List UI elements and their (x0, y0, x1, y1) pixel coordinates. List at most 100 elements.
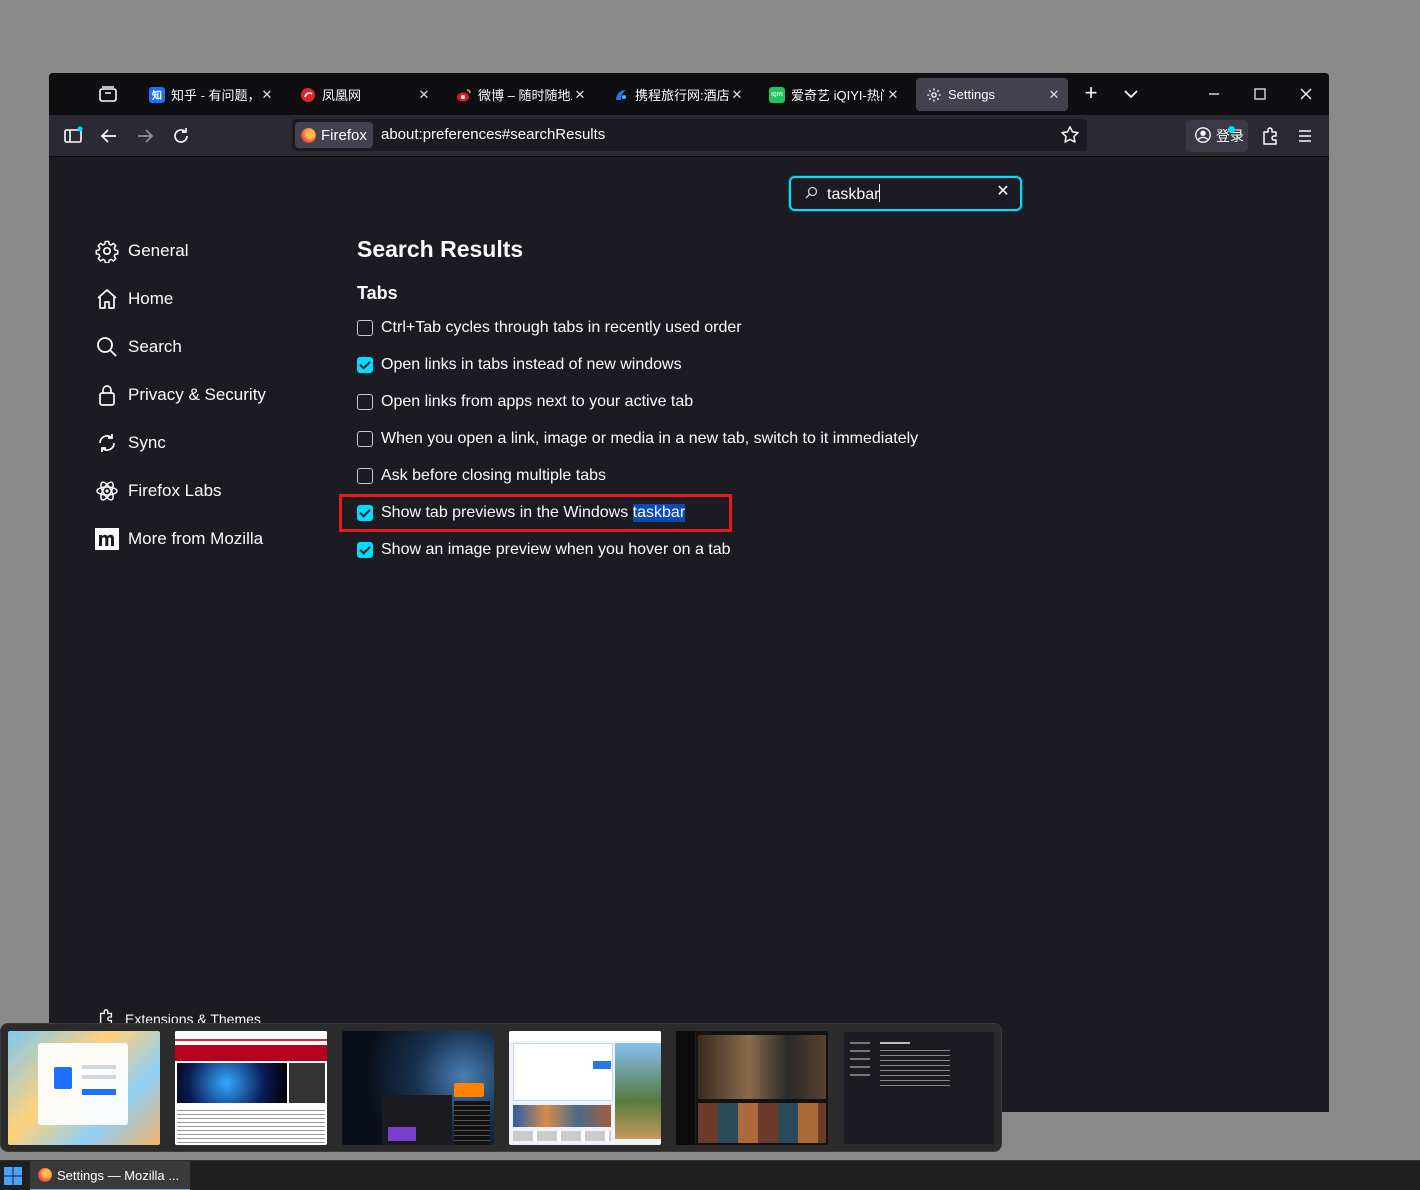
option-open-links-from-apps[interactable]: Open links from apps next to your active… (357, 390, 693, 414)
sidebar-item-label: Sync (128, 433, 166, 452)
sidebar-item-label: Home (128, 289, 174, 308)
sidebar-item-sync[interactable]: Sync (95, 428, 315, 458)
maximize-icon[interactable] (1249, 83, 1271, 105)
option-label: Open links in tabs instead of new window… (381, 356, 682, 373)
firefox-view-icon[interactable] (97, 83, 119, 105)
close-window-icon[interactable] (1295, 83, 1317, 105)
sync-icon (95, 431, 119, 455)
option-ctrl-tab[interactable]: Ctrl+Tab cycles through tabs in recently… (357, 316, 742, 340)
tab-bar: 知 知乎 - 有问题，就 ✕ 凤凰网 ✕ 微博 – 随时随地发 ✕ 携程旅行网:… (49, 73, 1329, 115)
sidebar-item-firefox-labs[interactable]: Firefox Labs (95, 476, 315, 506)
option-ask-before-closing[interactable]: Ask before closing multiple tabs (357, 464, 606, 488)
bookmark-star-icon[interactable] (1059, 124, 1081, 146)
preferences-search-field[interactable]: taskbar ✕ (789, 176, 1022, 211)
option-open-links-in-tabs[interactable]: Open links in tabs instead of new window… (357, 353, 682, 377)
annotation-highlight-box (339, 494, 732, 532)
sidebar-toggle-icon[interactable] (61, 124, 85, 148)
preferences-page: taskbar ✕ General Home Search Privacy & … (49, 158, 1329, 1112)
text-caret (879, 184, 881, 202)
tab-ifeng[interactable]: 凤凰网 ✕ (290, 78, 438, 111)
tab-settings[interactable]: Settings ✕ (916, 78, 1068, 111)
back-arrow-icon[interactable] (97, 124, 121, 148)
close-tab-icon[interactable]: ✕ (259, 87, 275, 103)
lock-icon (95, 383, 119, 407)
new-tab-icon[interactable]: + (1079, 82, 1103, 106)
gear-icon (95, 239, 119, 263)
checkbox[interactable] (357, 320, 373, 336)
notification-dot (1228, 126, 1235, 133)
close-tab-icon[interactable]: ✕ (1046, 87, 1062, 103)
tab-title: 知乎 - 有问题，就 (171, 88, 259, 103)
windows-taskbar: Settings — Mozilla ... (0, 1160, 1420, 1190)
atom-icon (95, 479, 119, 503)
checkbox[interactable] (357, 357, 373, 373)
option-label: Ctrl+Tab cycles through tabs in recently… (381, 319, 742, 336)
weibo-favicon-icon (456, 87, 472, 103)
tab-weibo[interactable]: 微博 – 随时随地发 ✕ (446, 78, 594, 111)
tab-preview-weibo[interactable] (342, 1031, 494, 1145)
tab-title: 携程旅行网:酒店预 (635, 88, 729, 103)
close-tab-icon[interactable]: ✕ (729, 87, 745, 103)
zhihu-favicon-icon: 知 (149, 86, 165, 103)
sidebar-item-label: General (128, 241, 189, 260)
page-title: Search Results (357, 236, 524, 262)
taskbar-firefox-item[interactable]: Settings — Mozilla ... (30, 1161, 190, 1190)
minimize-icon[interactable] (1203, 83, 1225, 105)
ifeng-favicon-icon (300, 87, 316, 103)
checkbox[interactable] (357, 394, 373, 410)
sidebar-item-privacy[interactable]: Privacy & Security (95, 380, 315, 410)
tab-zhihu[interactable]: 知 知乎 - 有问题，就 ✕ (139, 78, 281, 111)
sidebar-item-more-from-mozilla[interactable]: More from Mozilla (95, 524, 315, 554)
sidebar-item-label: Firefox Labs (128, 481, 222, 500)
chevron-down-icon[interactable] (1119, 82, 1143, 106)
extensions-puzzle-icon[interactable] (1258, 124, 1282, 148)
account-button[interactable]: 登录 (1186, 120, 1248, 152)
url-bar[interactable]: Firefox about:preferences#searchResults (292, 119, 1087, 151)
clear-search-icon[interactable]: ✕ (994, 183, 1012, 201)
tab-preview-settings[interactable] (843, 1031, 995, 1145)
tab-iqiyi[interactable]: iQIYI 爱奇艺 iQIYI-热门 ✕ (759, 78, 907, 111)
tab-preview-iqiyi[interactable] (676, 1031, 828, 1145)
hamburger-menu-icon[interactable] (1293, 124, 1317, 148)
mozilla-icon (95, 527, 119, 551)
tab-ctrip[interactable]: 携程旅行网:酒店预 ✕ (603, 78, 751, 111)
tab-title: 爱奇艺 iQIYI-热门 (791, 88, 885, 103)
tab-title: Settings (948, 87, 995, 102)
option-label: Ask before closing multiple tabs (381, 467, 606, 484)
firefox-window: 知 知乎 - 有问题，就 ✕ 凤凰网 ✕ 微博 – 随时随地发 ✕ 携程旅行网:… (49, 73, 1329, 1112)
identity-box[interactable]: Firefox (295, 122, 373, 148)
option-hover-image-preview[interactable]: Show an image preview when you hover on … (357, 538, 731, 562)
tab-preview-ifeng[interactable] (175, 1031, 327, 1145)
firefox-logo-icon (301, 127, 316, 143)
option-label: Open links from apps next to your active… (381, 393, 694, 410)
search-icon (95, 335, 119, 359)
checkbox[interactable] (357, 431, 373, 447)
checkbox[interactable] (357, 468, 373, 484)
url-text[interactable]: about:preferences#searchResults (381, 126, 605, 143)
tab-preview-ctrip[interactable] (509, 1031, 661, 1145)
sidebar-item-general[interactable]: General (95, 236, 315, 266)
option-label: Show an image preview when you hover on … (381, 541, 731, 558)
option-switch-to-new-tab[interactable]: When you open a link, image or media in … (357, 427, 918, 451)
identity-label: Firefox (321, 126, 367, 144)
reload-icon[interactable] (169, 124, 193, 148)
tab-title: 凤凰网 (322, 88, 362, 103)
sidebar-item-label: More from Mozilla (128, 529, 264, 548)
gear-icon (926, 87, 942, 103)
close-tab-icon[interactable]: ✕ (416, 87, 432, 103)
close-tab-icon[interactable]: ✕ (885, 87, 901, 103)
option-label: When you open a link, image or media in … (381, 430, 919, 447)
search-input[interactable]: taskbar (827, 184, 881, 204)
forward-arrow-icon[interactable] (133, 124, 157, 148)
sidebar-item-home[interactable]: Home (95, 284, 315, 314)
account-icon (1194, 126, 1212, 147)
sidebar-item-label: Privacy & Security (128, 385, 266, 404)
tab-preview-zhihu[interactable] (8, 1031, 160, 1145)
windows-start-icon[interactable] (4, 1167, 22, 1185)
checkbox[interactable] (357, 542, 373, 558)
search-icon (803, 185, 819, 201)
close-tab-icon[interactable]: ✕ (572, 87, 588, 103)
ctrip-favicon-icon (613, 87, 629, 103)
sidebar-item-search[interactable]: Search (95, 332, 315, 362)
firefox-logo-icon (38, 1168, 52, 1182)
